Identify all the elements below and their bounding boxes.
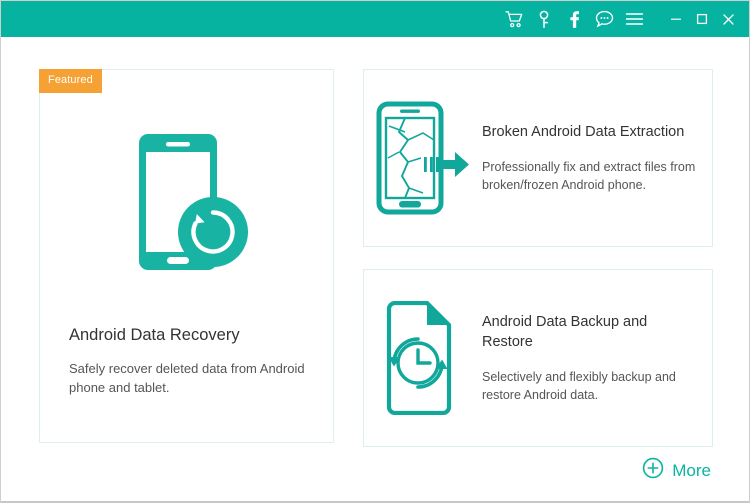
recovery-card-title: Android Data Recovery	[69, 326, 240, 344]
application-window: Featured Android Data Recovery Safely re…	[0, 0, 750, 503]
minimize-button[interactable]	[663, 6, 689, 32]
featured-badge: Featured	[39, 69, 102, 93]
backup-card-text: Android Data Backup and Restore Selectiv…	[482, 312, 711, 404]
close-button[interactable]	[715, 6, 741, 32]
broken-card-description: Professionally fix and extract files fro…	[482, 160, 696, 192]
card-android-data-backup-restore[interactable]: Android Data Backup and Restore Selectiv…	[363, 269, 713, 447]
window-controls	[663, 6, 741, 32]
document-clock-restore-icon	[364, 301, 482, 415]
recovery-card-text: Android Data Recovery Safely recover del…	[69, 324, 314, 397]
title-bar	[1, 1, 749, 37]
cart-icon[interactable]	[501, 6, 527, 32]
menu-icon[interactable]	[621, 6, 647, 32]
broken-phone-extract-icon	[364, 100, 482, 216]
plus-circle-icon	[642, 457, 664, 484]
phone-restore-icon	[40, 132, 333, 290]
broken-card-text: Broken Android Data Extraction Professio…	[482, 122, 711, 194]
card-android-data-recovery[interactable]: Featured Android Data Recovery Safely re…	[39, 69, 334, 443]
more-label: More	[672, 460, 711, 480]
broken-card-title: Broken Android Data Extraction	[482, 124, 685, 140]
chat-icon[interactable]	[591, 6, 617, 32]
backup-card-title: Android Data Backup and Restore	[482, 314, 648, 350]
card-broken-android-data-extraction[interactable]: Broken Android Data Extraction Professio…	[363, 69, 713, 247]
key-icon[interactable]	[531, 6, 557, 32]
maximize-button[interactable]	[689, 6, 715, 32]
recovery-card-description: Safely recover deleted data from Android…	[69, 361, 305, 395]
facebook-icon[interactable]	[561, 6, 587, 32]
main-content: Featured Android Data Recovery Safely re…	[1, 37, 749, 501]
more-button[interactable]: More	[642, 457, 711, 484]
backup-card-description: Selectively and flexibly backup and rest…	[482, 370, 676, 402]
